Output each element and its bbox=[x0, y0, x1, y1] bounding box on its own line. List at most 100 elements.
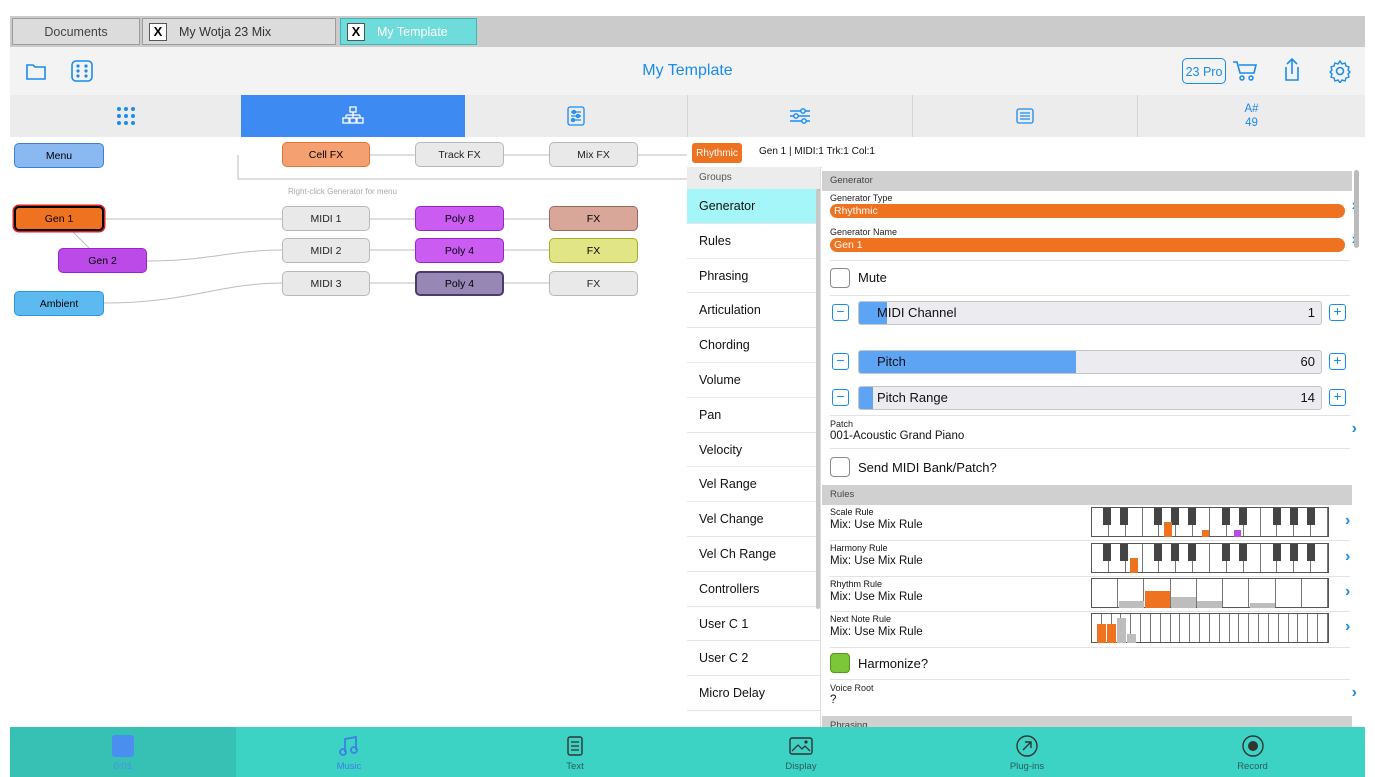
scale-rule-preview bbox=[1091, 507, 1329, 537]
scale-rule-value: Mix: Use Mix Rule bbox=[830, 519, 923, 531]
chevron-right-icon: › bbox=[1345, 512, 1351, 529]
tab-parameters[interactable] bbox=[687, 95, 912, 137]
midi-node[interactable]: MIDI 1 bbox=[282, 206, 370, 231]
tab-mix-label: My Wotja 23 Mix bbox=[179, 24, 272, 39]
close-tab-mix-button[interactable]: X bbox=[149, 22, 167, 41]
group-item[interactable]: User C 1 bbox=[687, 607, 820, 642]
section-phrasing: Phrasing bbox=[822, 716, 1352, 727]
image-icon bbox=[789, 737, 813, 755]
generator-type-row[interactable]: Generator Type Rhythmic › bbox=[830, 193, 1357, 218]
generator-node[interactable]: Gen 1 bbox=[14, 206, 104, 231]
mix-fx-node[interactable]: Mix FX bbox=[549, 142, 638, 167]
group-item[interactable]: Vel Change bbox=[687, 502, 820, 537]
tab-display[interactable]: Display bbox=[688, 727, 914, 777]
poly-node[interactable]: Poly 8 bbox=[415, 206, 504, 231]
tab-music[interactable]: Music bbox=[236, 727, 462, 777]
fx-node[interactable]: FX bbox=[549, 206, 638, 231]
menu-node[interactable]: Menu bbox=[14, 143, 104, 168]
tab-documents[interactable]: Documents bbox=[12, 18, 140, 45]
increment-pitch-button[interactable]: + bbox=[1329, 353, 1346, 370]
groups-heading: Groups bbox=[687, 167, 820, 189]
harmony-rule-row[interactable]: Harmony Rule Mix: Use Mix Rule bbox=[830, 543, 923, 568]
track-fx-node[interactable]: Track FX bbox=[415, 142, 504, 167]
cell-fx-node[interactable]: Cell FX bbox=[282, 142, 370, 167]
divider bbox=[830, 540, 1350, 541]
mute-checkbox[interactable] bbox=[830, 268, 850, 288]
increment-midi-channel-button[interactable]: + bbox=[1329, 304, 1346, 321]
tab-list[interactable] bbox=[912, 95, 1137, 137]
midi-channel-slider[interactable]: MIDI Channel 1 bbox=[858, 301, 1322, 325]
chevron-right-icon: › bbox=[1345, 618, 1351, 635]
group-item[interactable]: User C 2 bbox=[687, 641, 820, 677]
group-item[interactable]: Rules bbox=[687, 224, 820, 259]
pitch-range-slider[interactable]: Pitch Range 14 bbox=[858, 386, 1322, 410]
record-label: Record bbox=[1237, 761, 1268, 772]
decrement-pitch-button[interactable]: − bbox=[832, 353, 849, 370]
scale-rule-row[interactable]: Scale Rule Mix: Use Mix Rule bbox=[830, 507, 923, 532]
group-item[interactable]: Vel Ch Range bbox=[687, 537, 820, 572]
group-item[interactable]: Pan bbox=[687, 398, 820, 433]
groups-scrollbar[interactable] bbox=[816, 189, 820, 609]
tab-record[interactable]: Record bbox=[1140, 727, 1365, 777]
midi-node[interactable]: MIDI 2 bbox=[282, 238, 370, 263]
cart-icon[interactable] bbox=[1232, 59, 1258, 83]
divider bbox=[830, 448, 1350, 449]
send-midi-checkbox[interactable] bbox=[830, 457, 850, 477]
group-item[interactable]: Articulation bbox=[687, 293, 820, 329]
increment-pitch-range-button[interactable]: + bbox=[1329, 389, 1346, 406]
generator-node[interactable]: Ambient bbox=[14, 291, 104, 316]
dice-icon[interactable] bbox=[70, 59, 94, 83]
decrement-pitch-range-button[interactable]: − bbox=[832, 389, 849, 406]
tab-network[interactable] bbox=[241, 95, 465, 137]
next-note-rule-preview bbox=[1091, 613, 1329, 643]
share-icon[interactable] bbox=[1283, 57, 1301, 83]
tab-mixer[interactable] bbox=[465, 95, 687, 137]
poly-node[interactable]: Poly 4 bbox=[415, 271, 504, 296]
rhythm-rule-row[interactable]: Rhythm Rule Mix: Use Mix Rule bbox=[830, 579, 923, 604]
pitch-slider[interactable]: Pitch 60 bbox=[858, 350, 1322, 374]
patch-row[interactable]: Patch 001-Acoustic Grand Piano › bbox=[830, 419, 1357, 442]
voice-root-row[interactable]: Voice Root ? › bbox=[830, 683, 1357, 706]
note-name: A# bbox=[1244, 103, 1259, 115]
rhythm-rule-label: Rhythm Rule bbox=[830, 579, 883, 589]
fx-node[interactable]: FX bbox=[549, 271, 638, 296]
bottom-tab-bar: 0:01 Music Text Display Plug-ins Record bbox=[10, 727, 1365, 777]
group-item[interactable]: Volume bbox=[687, 363, 820, 398]
chevron-right-icon: › bbox=[1351, 684, 1357, 701]
detail-scrollbar[interactable] bbox=[1354, 170, 1359, 248]
tab-plugins[interactable]: Plug-ins bbox=[914, 727, 1140, 777]
tab-template[interactable]: X My Template bbox=[340, 18, 477, 45]
next-note-rule-row[interactable]: Next Note Rule Mix: Use Mix Rule bbox=[830, 614, 923, 639]
pro-badge-button[interactable]: 23 Pro bbox=[1182, 58, 1226, 84]
folder-icon[interactable] bbox=[26, 62, 46, 80]
close-tab-template-button[interactable]: X bbox=[347, 22, 365, 41]
patch-label: Patch bbox=[830, 419, 854, 429]
divider bbox=[830, 415, 1350, 416]
harmonize-checkbox[interactable] bbox=[830, 653, 850, 673]
group-item[interactable]: Phrasing bbox=[687, 259, 820, 294]
tab-note-readout[interactable]: A# 49 bbox=[1137, 95, 1365, 137]
text-label: Text bbox=[566, 761, 584, 772]
harmonize-label: Harmonize? bbox=[858, 656, 929, 671]
group-item[interactable]: Micro Delay bbox=[687, 676, 820, 711]
midi-node[interactable]: MIDI 3 bbox=[282, 271, 370, 296]
graph-connections bbox=[69, 154, 687, 304]
generator-node[interactable]: Gen 2 bbox=[58, 248, 147, 273]
generator-header: Rhythmic Gen 1 | MIDI:1 Trk:1 Col:1 bbox=[687, 137, 1365, 168]
tab-time[interactable]: 0:01 bbox=[10, 727, 236, 777]
decrement-midi-channel-button[interactable]: − bbox=[832, 304, 849, 321]
document-tab-bar: Documents X My Wotja 23 Mix X My Templat… bbox=[10, 16, 1365, 47]
group-item[interactable]: Chording bbox=[687, 328, 820, 363]
gear-icon[interactable] bbox=[1328, 59, 1352, 83]
tab-cells[interactable] bbox=[10, 95, 241, 137]
tab-mix[interactable]: X My Wotja 23 Mix bbox=[142, 18, 336, 45]
group-item[interactable]: Controllers bbox=[687, 572, 820, 607]
poly-node[interactable]: Poly 4 bbox=[415, 238, 504, 263]
group-item[interactable]: Vel Range bbox=[687, 467, 820, 503]
group-item[interactable]: Velocity bbox=[687, 433, 820, 468]
pitch-value: 60 bbox=[1300, 354, 1315, 369]
group-item[interactable]: Generator bbox=[687, 189, 820, 224]
tab-text[interactable]: Text bbox=[462, 727, 688, 777]
generator-name-row[interactable]: Generator Name Gen 1 › bbox=[830, 227, 1357, 252]
fx-node[interactable]: FX bbox=[549, 238, 638, 263]
